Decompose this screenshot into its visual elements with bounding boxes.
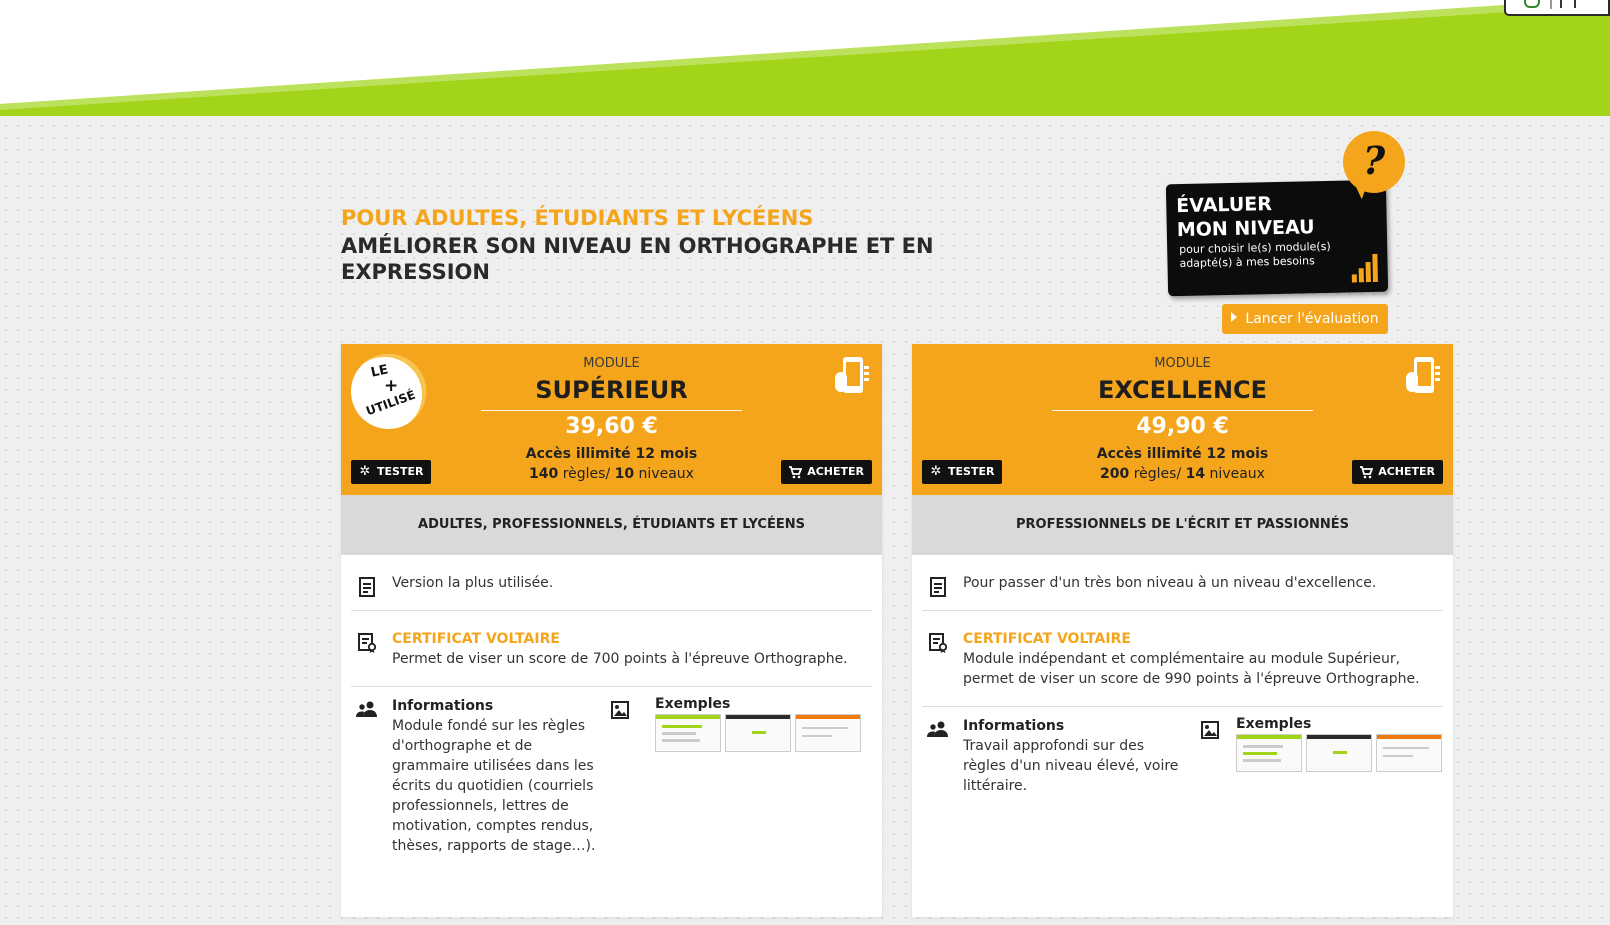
certificate-row: CERTIFICAT VOLTAIRE Permet de viser un s… bbox=[351, 611, 872, 687]
examples-thumbnails bbox=[1236, 734, 1442, 772]
info-examples-row: Informations Travail approfondi sur des … bbox=[922, 707, 1443, 846]
tester-button[interactable]: ✲ TESTER bbox=[922, 460, 1003, 484]
example-thumbnail[interactable] bbox=[1376, 734, 1442, 772]
card-header: LE + UTILISÉ MODULE SUPÉRIEUR 39,60 € Ac… bbox=[341, 344, 882, 495]
example-thumbnail[interactable] bbox=[1236, 734, 1302, 772]
header-divider bbox=[1052, 410, 1313, 411]
audience-band: PROFESSIONNELS DE L'ÉCRIT ET PASSIONNÉS bbox=[912, 495, 1453, 555]
launch-evaluation-label: Lancer l'évaluation bbox=[1245, 311, 1379, 327]
document-icon bbox=[359, 577, 375, 597]
module-card-excellence: MODULE EXCELLENCE 49,90 € Accès illimité… bbox=[912, 344, 1453, 917]
tester-icon: ✲ bbox=[359, 464, 371, 479]
info-block: Informations Module fondé sur les règles… bbox=[392, 696, 612, 856]
image-icon bbox=[1201, 721, 1219, 739]
example-thumbnail[interactable] bbox=[795, 714, 861, 752]
tester-button[interactable]: ✲ TESTER bbox=[351, 460, 432, 484]
tester-icon: ✲ bbox=[930, 464, 942, 479]
top-banner bbox=[0, 0, 1610, 116]
module-price: 49,90 € bbox=[1136, 414, 1229, 439]
examples-block: Exemples bbox=[1236, 716, 1442, 772]
certificate-text: Permet de viser un score de 700 points à… bbox=[392, 651, 848, 667]
phone-icon bbox=[835, 357, 869, 393]
question-bubble-icon: ? bbox=[1343, 131, 1405, 193]
module-name: SUPÉRIEUR bbox=[535, 376, 688, 404]
buy-button[interactable]: ACHETER bbox=[1352, 460, 1443, 484]
header-divider bbox=[481, 410, 742, 411]
evaluate-level-description: pour choisir le(s) module(s) adapté(s) à… bbox=[1179, 239, 1331, 271]
top-right-tab[interactable] bbox=[1504, 0, 1610, 16]
examples-title: Exemples bbox=[1236, 716, 1312, 732]
module-card-superieur: LE + UTILISÉ MODULE SUPÉRIEUR 39,60 € Ac… bbox=[341, 344, 882, 917]
document-icon bbox=[930, 577, 946, 597]
examples-thumbnails bbox=[655, 714, 861, 752]
audience-band: ADULTES, PROFESSIONNELS, ÉTUDIANTS ET LY… bbox=[341, 495, 882, 555]
examples-block: Exemples bbox=[655, 696, 861, 752]
info-text: Module fondé sur les règles d'orthograph… bbox=[392, 718, 596, 854]
launch-evaluation-button[interactable]: Lancer l'évaluation bbox=[1222, 304, 1388, 334]
example-thumbnail[interactable] bbox=[655, 714, 721, 752]
cart-icon bbox=[1359, 465, 1374, 479]
section-heading: POUR ADULTES, ÉTUDIANTS ET LYCÉENS AMÉLI… bbox=[341, 205, 981, 285]
top-tab-separator bbox=[1550, 0, 1552, 9]
evaluate-level-panel[interactable]: ÉVALUER MON NIVEAU pour choisir le(s) mo… bbox=[1165, 179, 1389, 297]
certificate-text: Module indépendant et complémentaire au … bbox=[963, 651, 1420, 687]
buy-button[interactable]: ACHETER bbox=[781, 460, 872, 484]
evaluate-level-title: ÉVALUER MON NIVEAU bbox=[1176, 193, 1315, 242]
module-label: MODULE bbox=[1154, 356, 1211, 371]
section-subtitle: POUR ADULTES, ÉTUDIANTS ET LYCÉENS bbox=[341, 206, 814, 230]
play-icon bbox=[1231, 312, 1238, 322]
users-icon bbox=[927, 721, 948, 737]
certificate-label: CERTIFICAT VOLTAIRE bbox=[392, 631, 560, 647]
example-thumbnail[interactable] bbox=[1306, 734, 1372, 772]
certificate-label: CERTIFICAT VOLTAIRE bbox=[963, 631, 1131, 647]
description-text: Pour passer d'un très bon niveau à un ni… bbox=[963, 575, 1377, 591]
description-text: Version la plus utilisée. bbox=[392, 575, 554, 591]
module-label: MODULE bbox=[583, 356, 640, 371]
signal-bars-icon bbox=[1351, 253, 1378, 283]
cart-icon bbox=[788, 465, 803, 479]
info-title: Informations bbox=[392, 698, 494, 714]
card-header: MODULE EXCELLENCE 49,90 € Accès illimité… bbox=[912, 344, 1453, 495]
examples-title: Exemples bbox=[655, 696, 731, 712]
users-icon bbox=[356, 701, 377, 717]
example-thumbnail[interactable] bbox=[725, 714, 791, 752]
info-block: Informations Travail approfondi sur des … bbox=[963, 716, 1183, 796]
top-tab-icon-2 bbox=[1560, 0, 1576, 8]
certificate-row: CERTIFICAT VOLTAIRE Module indépendant e… bbox=[922, 611, 1443, 707]
top-tab-icon bbox=[1524, 0, 1540, 8]
info-examples-row: Informations Module fondé sur les règles… bbox=[351, 687, 872, 896]
certificate-icon bbox=[929, 633, 947, 653]
module-price: 39,60 € bbox=[565, 414, 658, 439]
module-name: EXCELLENCE bbox=[1097, 376, 1268, 404]
phone-icon bbox=[1406, 357, 1440, 393]
info-text: Travail approfondi sur des règles d'un n… bbox=[963, 738, 1179, 794]
section-title: AMÉLIORER SON NIVEAU EN ORTHOGRAPHE ET E… bbox=[341, 234, 934, 284]
description-row: Pour passer d'un très bon niveau à un ni… bbox=[922, 555, 1443, 611]
description-row: Version la plus utilisée. bbox=[351, 555, 872, 611]
image-icon bbox=[611, 701, 629, 719]
info-title: Informations bbox=[963, 718, 1065, 734]
certificate-icon bbox=[358, 633, 376, 653]
